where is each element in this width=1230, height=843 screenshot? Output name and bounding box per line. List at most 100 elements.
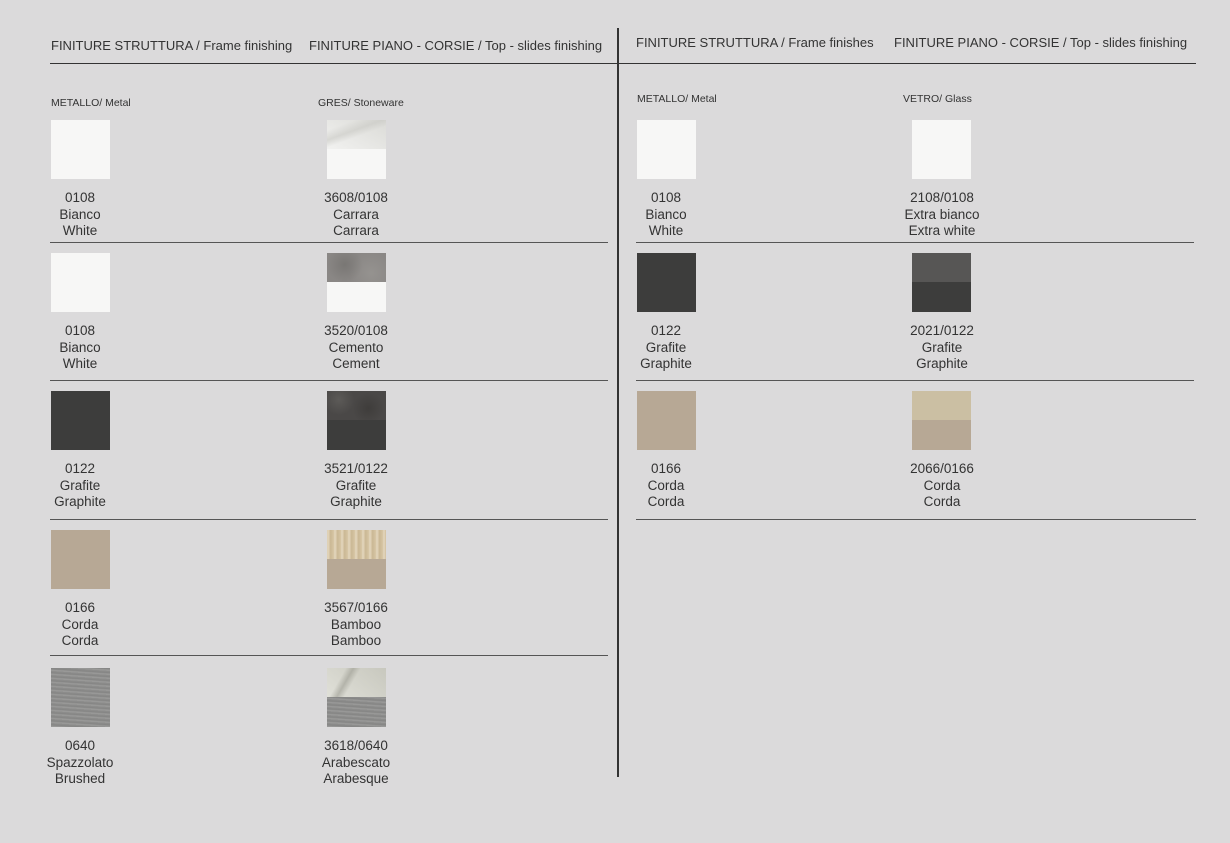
row-divider [50, 655, 608, 656]
swatch-bottom-half [327, 282, 386, 312]
finish-name-it: Corda [647, 477, 685, 493]
finish-name-it: Bianco [59, 339, 101, 355]
finish-name-en: White [62, 223, 98, 238]
finish-code: 0108 [64, 190, 96, 205]
finish-name-en: Corda [923, 494, 961, 509]
column-divider [617, 28, 619, 777]
finish-name-it: Grafite [335, 477, 377, 493]
finish-name-it: Spazzolato [46, 754, 114, 770]
finish-name-en: Graphite [916, 356, 968, 371]
finish-name-en: Corda [61, 633, 99, 648]
row-divider [636, 242, 1194, 243]
left-sub-frame: METALLO/ Metal [51, 97, 131, 109]
finish-code: 0640 [64, 738, 96, 753]
finish-label: 3567/0166 Bamboo Bamboo [296, 600, 416, 650]
swatch-top-3520 [327, 253, 386, 312]
finish-code: 0122 [650, 323, 682, 338]
finish-name-it: Bianco [645, 206, 687, 222]
finish-label: 2066/0166 Corda Corda [882, 461, 1002, 511]
row-divider [50, 519, 608, 520]
finish-name-en: Extra white [908, 223, 976, 238]
finish-name-it: Bianco [59, 206, 101, 222]
swatch-top-3618 [327, 668, 386, 727]
swatch-frame-0108 [51, 120, 110, 179]
swatch-top-3567 [327, 530, 386, 589]
swatch-top-half [327, 530, 386, 559]
swatch-frame-0122 [51, 391, 110, 450]
swatch-frame-0166 [51, 530, 110, 589]
finish-label: 0166 Corda Corda [20, 600, 140, 650]
swatch-top-half [327, 391, 386, 420]
finish-name-en: Graphite [330, 494, 382, 509]
left-sub-top: GRES/ Stoneware [318, 97, 404, 109]
finish-label: 0166 Corda Corda [606, 461, 726, 511]
swatch-frame-0640 [51, 668, 110, 727]
finish-code: 3618/0640 [324, 738, 388, 753]
swatch-bottom-half [912, 282, 971, 312]
swatch-top-half [912, 391, 971, 420]
swatch-bottom-half [912, 420, 971, 450]
finish-label: 2108/0108 Extra bianco Extra white [882, 190, 1002, 240]
swatch-top-3608 [327, 120, 386, 179]
swatch-bottom-half [327, 420, 386, 450]
left-header-frame: FINITURE STRUTTURA / Frame finishing [51, 38, 293, 53]
finish-name-it: Corda [61, 616, 99, 632]
finish-code: 2108/0108 [910, 190, 974, 205]
row-divider [50, 380, 608, 381]
row-divider [636, 380, 1194, 381]
finish-code: 3521/0122 [324, 461, 388, 476]
finish-label: 0122 Grafite Graphite [20, 461, 140, 511]
finish-label: 0108 Bianco White [20, 323, 140, 373]
swatch-fill [51, 120, 110, 179]
finish-name-it: Cemento [328, 339, 384, 355]
swatch-frame-0122 [637, 253, 696, 312]
swatch-top-half [327, 253, 386, 282]
swatch-fill [51, 391, 110, 450]
swatch-bottom-half [912, 149, 971, 179]
finish-name-en: Arabesque [323, 771, 389, 786]
finish-label: 3608/0108 Carrara Carrara [296, 190, 416, 240]
right-sub-frame: METALLO/ Metal [637, 93, 717, 105]
finish-name-en: White [62, 356, 98, 371]
finish-label: 0122 Grafite Graphite [606, 323, 726, 373]
finish-name-it: Bamboo [330, 616, 382, 632]
finish-code: 3520/0108 [324, 323, 388, 338]
finish-label: 0108 Bianco White [20, 190, 140, 240]
row-divider [50, 242, 608, 243]
finish-name-en: Carrara [333, 223, 379, 238]
swatch-bottom-half [327, 559, 386, 589]
swatch-frame-0108 [637, 120, 696, 179]
left-header-top: FINITURE PIANO - CORSIE / Top - slides f… [309, 38, 603, 53]
swatch-top-2066 [912, 391, 971, 450]
swatch-top-3521 [327, 391, 386, 450]
swatch-fill [51, 668, 110, 727]
finish-code: 3567/0166 [324, 600, 388, 615]
swatch-fill [51, 253, 110, 312]
swatch-fill [637, 120, 696, 179]
finish-label: 3521/0122 Grafite Graphite [296, 461, 416, 511]
finish-code: 0166 [64, 600, 96, 615]
finish-name-it: Corda [923, 477, 961, 493]
finish-name-en: Brushed [54, 771, 106, 786]
swatch-top-half [327, 668, 386, 697]
finish-name-it: Extra bianco [904, 206, 980, 222]
finish-name-en: White [648, 223, 684, 238]
finish-name-it: Carrara [333, 206, 379, 222]
finish-name-en: Cement [332, 356, 380, 371]
row-divider [636, 519, 1196, 520]
finish-name-it: Grafite [59, 477, 101, 493]
finish-label: 3520/0108 Cemento Cement [296, 323, 416, 373]
swatch-fill [637, 391, 696, 450]
right-header-rule [619, 63, 1196, 64]
right-header-top: FINITURE PIANO - CORSIE / Top - slides f… [894, 35, 1188, 50]
finish-name-en: Graphite [640, 356, 692, 371]
swatch-top-half [327, 120, 386, 149]
swatch-top-2108 [912, 120, 971, 179]
swatch-top-half [912, 120, 971, 149]
finish-name-it: Grafite [921, 339, 963, 355]
swatch-frame-0108 [51, 253, 110, 312]
finish-code: 0108 [650, 190, 682, 205]
finish-name-it: Arabescato [321, 754, 391, 770]
finish-label: 0640 Spazzolato Brushed [20, 738, 140, 788]
finish-name-it: Grafite [645, 339, 687, 355]
